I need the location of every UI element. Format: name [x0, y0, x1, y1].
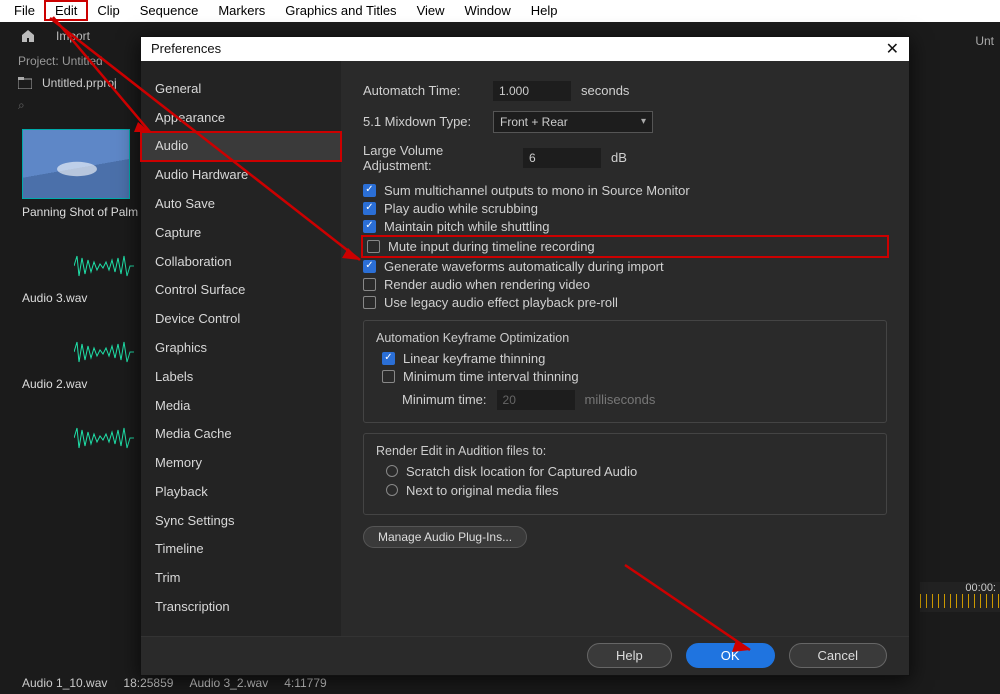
sidebar-item-general[interactable]: General: [141, 75, 341, 104]
sidebar-item-audio[interactable]: Audio: [141, 132, 341, 161]
sidebar-item-trim[interactable]: Trim: [141, 564, 341, 593]
render-audition-title: Render Edit in Audition files to:: [376, 444, 874, 458]
render-radio-next-label: Next to original media files: [406, 483, 558, 498]
render-audition-group: Render Edit in Audition files to: Scratc…: [363, 433, 887, 515]
menu-view[interactable]: View: [407, 1, 455, 20]
sidebar-item-memory[interactable]: Memory: [141, 449, 341, 478]
menu-window[interactable]: Window: [455, 1, 521, 20]
pref-checkbox-2[interactable]: [363, 220, 376, 233]
timeline-ruler[interactable]: 00:00:: [920, 582, 1000, 612]
chevron-down-icon: ▾: [641, 116, 646, 127]
dialog-titlebar: Preferences ✕: [141, 37, 909, 61]
sidebar-item-collaboration[interactable]: Collaboration: [141, 248, 341, 277]
sidebar-item-graphics[interactable]: Graphics: [141, 334, 341, 363]
preferences-content: Automatch Time: seconds 5.1 Mixdown Type…: [341, 61, 909, 636]
pref-checkbox-5[interactable]: [363, 278, 376, 291]
pref-check-label-1: Play audio while scrubbing: [384, 201, 538, 216]
cancel-button[interactable]: Cancel: [789, 643, 887, 668]
pref-check-label-4: Generate waveforms automatically during …: [384, 259, 664, 274]
ok-button[interactable]: OK: [686, 643, 775, 668]
min-interval-checkbox[interactable]: [382, 370, 395, 383]
mixdown-label: 5.1 Mixdown Type:: [363, 114, 483, 129]
app-menubar: FileEditClipSequenceMarkersGraphics and …: [0, 0, 1000, 22]
sidebar-item-playback[interactable]: Playback: [141, 478, 341, 507]
menu-clip[interactable]: Clip: [87, 1, 129, 20]
menu-file[interactable]: File: [4, 1, 45, 20]
pref-check-row-1: Play audio while scrubbing: [363, 201, 887, 216]
pref-checkbox-4[interactable]: [363, 260, 376, 273]
close-icon[interactable]: ✕: [886, 39, 899, 59]
sidebar-item-media[interactable]: Media: [141, 392, 341, 421]
pref-check-row-6: Use legacy audio effect playback pre-rol…: [363, 295, 887, 310]
pref-check-label-6: Use legacy audio effect playback pre-rol…: [384, 295, 618, 310]
sidebar-item-labels[interactable]: Labels: [141, 363, 341, 392]
mixdown-select[interactable]: Front + Rear▾: [493, 111, 653, 133]
pref-check-row-3: Mute input during timeline recording: [363, 237, 887, 256]
menu-help[interactable]: Help: [521, 1, 568, 20]
pref-check-label-0: Sum multichannel outputs to mono in Sour…: [384, 183, 690, 198]
sidebar-item-audio-hardware[interactable]: Audio Hardware: [141, 161, 341, 190]
pref-checkbox-3[interactable]: [367, 240, 380, 253]
mintime-input: [497, 390, 575, 410]
edge-label: Unt: [975, 34, 994, 48]
mintime-unit: milliseconds: [585, 392, 656, 407]
pref-check-label-5: Render audio when rendering video: [384, 277, 590, 292]
sidebar-item-sync-settings[interactable]: Sync Settings: [141, 507, 341, 536]
automation-group: Automation Keyframe Optimization Linear …: [363, 320, 887, 423]
dialog-footer: Help OK Cancel: [141, 636, 909, 675]
sidebar-item-auto-save[interactable]: Auto Save: [141, 190, 341, 219]
volume-input[interactable]: [523, 148, 601, 168]
search-icon[interactable]: ⌕: [18, 98, 25, 112]
menu-graphics-and-titles[interactable]: Graphics and Titles: [275, 1, 406, 20]
mintime-label: Minimum time:: [402, 392, 487, 407]
pref-checkbox-1[interactable]: [363, 202, 376, 215]
audio-thumbnail-1[interactable]: [74, 249, 134, 283]
automation-group-title: Automation Keyframe Optimization: [376, 331, 874, 345]
sidebar-item-timeline[interactable]: Timeline: [141, 535, 341, 564]
automatch-unit: seconds: [581, 83, 629, 98]
linear-thinning-checkbox[interactable]: [382, 352, 395, 365]
audio-thumbnail-2[interactable]: [74, 335, 134, 369]
pref-check-label-2: Maintain pitch while shuttling: [384, 219, 549, 234]
help-button[interactable]: Help: [587, 643, 672, 668]
preferences-sidebar: GeneralAppearanceAudioAudio HardwareAuto…: [141, 61, 341, 636]
bottom-info: Audio 1_10.wav 18:25859 Audio 3_2.wav 4:…: [22, 676, 327, 690]
project-file[interactable]: Untitled.prproj: [42, 76, 117, 90]
sidebar-item-device-control[interactable]: Device Control: [141, 305, 341, 334]
import-tab[interactable]: Import: [56, 29, 90, 43]
render-radio-next[interactable]: [386, 484, 398, 496]
sidebar-item-appearance[interactable]: Appearance: [141, 104, 341, 133]
video-thumbnail[interactable]: [22, 129, 130, 199]
volume-label: Large Volume Adjustment:: [363, 143, 513, 173]
linear-thinning-label: Linear keyframe thinning: [403, 351, 545, 366]
manage-plugins-button[interactable]: Manage Audio Plug-Ins...: [363, 526, 527, 548]
pref-check-row-2: Maintain pitch while shuttling: [363, 219, 887, 234]
menu-markers[interactable]: Markers: [208, 1, 275, 20]
home-icon[interactable]: [20, 28, 36, 44]
sidebar-item-media-cache[interactable]: Media Cache: [141, 420, 341, 449]
pref-checkbox-0[interactable]: [363, 184, 376, 197]
automatch-input[interactable]: [493, 81, 571, 101]
volume-unit: dB: [611, 150, 627, 165]
dialog-title: Preferences: [151, 41, 221, 56]
sidebar-item-control-surface[interactable]: Control Surface: [141, 276, 341, 305]
render-radio-scratch-label: Scratch disk location for Captured Audio: [406, 464, 637, 479]
pref-check-label-3: Mute input during timeline recording: [388, 239, 595, 254]
menu-edit[interactable]: Edit: [45, 1, 87, 20]
sidebar-item-capture[interactable]: Capture: [141, 219, 341, 248]
min-interval-label: Minimum time interval thinning: [403, 369, 579, 384]
automatch-label: Automatch Time:: [363, 83, 483, 98]
render-radio-scratch[interactable]: [386, 465, 398, 477]
pref-check-row-5: Render audio when rendering video: [363, 277, 887, 292]
audio-thumbnail-3[interactable]: [74, 421, 134, 455]
pref-check-row-4: Generate waveforms automatically during …: [363, 259, 887, 274]
pref-checkbox-6[interactable]: [363, 296, 376, 309]
menu-sequence[interactable]: Sequence: [130, 1, 209, 20]
bin-icon: [18, 77, 32, 89]
sidebar-item-transcription[interactable]: Transcription: [141, 593, 341, 622]
pref-check-row-0: Sum multichannel outputs to mono in Sour…: [363, 183, 887, 198]
preferences-dialog: Preferences ✕ GeneralAppearanceAudioAudi…: [140, 36, 910, 676]
